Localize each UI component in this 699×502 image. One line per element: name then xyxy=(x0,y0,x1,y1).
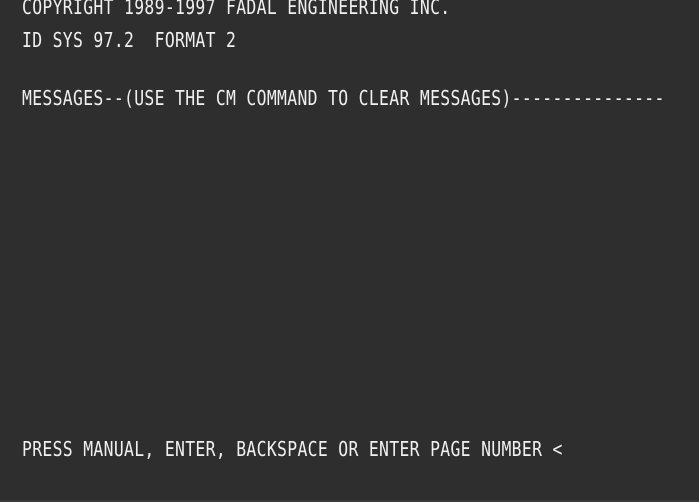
command-prompt[interactable]: PRESS MANUAL, ENTER, BACKSPACE OR ENTER … xyxy=(22,437,563,461)
messages-header: MESSAGES--(USE THE CM COMMAND TO CLEAR M… xyxy=(22,86,665,110)
cnc-terminal-screen: COPYRIGHT 1989-1997 FADAL ENGINEERING IN… xyxy=(0,0,699,502)
copyright-line: COPYRIGHT 1989-1997 FADAL ENGINEERING IN… xyxy=(22,0,451,19)
system-id-line: ID SYS 97.2 FORMAT 2 xyxy=(22,28,237,52)
